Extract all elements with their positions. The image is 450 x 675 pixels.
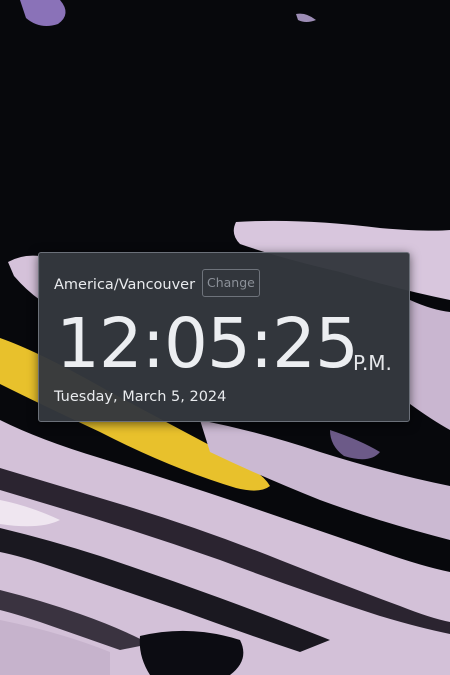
meridiem-label: P.M.: [353, 351, 392, 375]
timezone-label: America/Vancouver: [54, 277, 196, 293]
change-timezone-button[interactable]: Change: [202, 269, 260, 297]
time-display: 12:05:25: [56, 304, 359, 384]
date-display: Tuesday, March 5, 2024: [54, 389, 227, 405]
world-clock-widget: America/Vancouver Change 12:05:25 P.M. T…: [38, 252, 410, 422]
